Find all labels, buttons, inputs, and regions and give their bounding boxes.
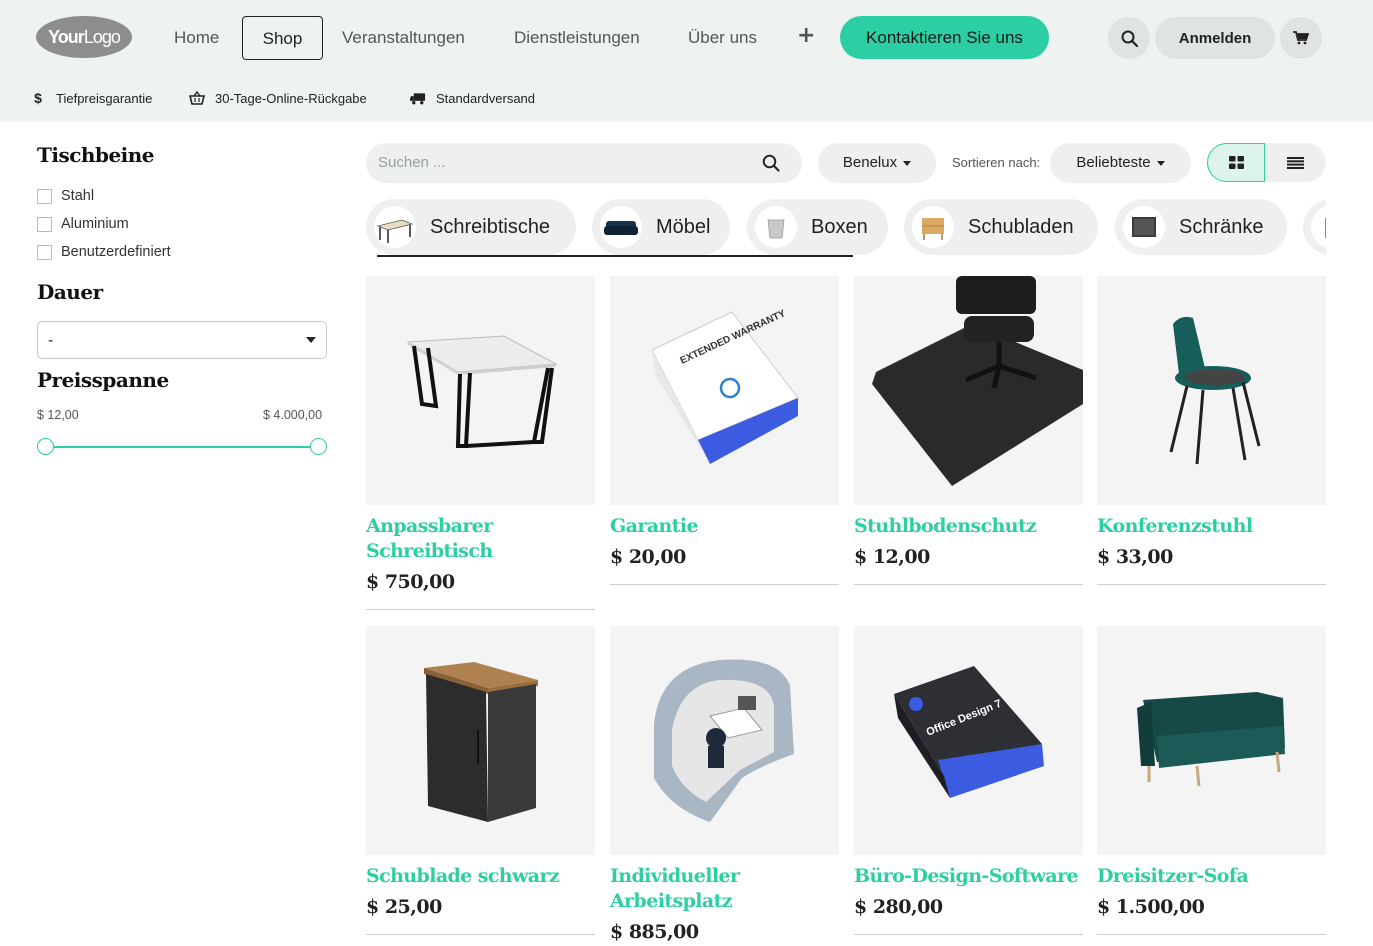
contact-button[interactable]: Kontaktieren Sie uns [840,16,1049,59]
category-scroll-indicator [377,255,853,257]
site-header: YourLogo Home Shop Veranstaltungen Diens… [0,0,1373,122]
product-name[interactable]: Stuhlbodenschutz [854,514,1083,539]
cart-icon [1293,31,1309,45]
checkbox[interactable] [37,188,52,204]
category-boxes[interactable]: Boxen [747,199,888,255]
plus-icon[interactable]: + [797,24,815,48]
card-divider [854,934,1083,935]
desk-thumbnail [374,206,416,248]
box-thumbnail [755,206,797,248]
sort-dropdown[interactable]: Beliebteste [1050,143,1191,183]
product-price: $ 20,00 [610,546,686,568]
filter-option-aluminium[interactable]: Aluminium [37,215,129,233]
product-name[interactable]: Garantie [610,514,839,539]
search-icon [1121,30,1138,47]
product-name[interactable]: Individueller Arbeitsplatz [610,864,839,914]
product-image-black-drawer[interactable] [366,626,595,855]
card-divider [1097,934,1326,935]
card-divider [1097,584,1326,585]
product-name[interactable]: Schublade schwarz [366,864,595,889]
nav-services[interactable]: Dienstleistungen [514,16,640,60]
category-desks[interactable]: Schreibtische [366,199,576,255]
category-more[interactable] [1303,199,1326,255]
product-image-adjustable-desk[interactable] [366,276,595,505]
basket-icon [189,91,205,105]
category-carousel: Schreibtische Möbel Boxen Schubladen Sch… [366,199,1326,257]
product-price: $ 885,00 [610,921,699,943]
filter-title-table-legs: Tischbeine [37,143,155,167]
product-price: $ 280,00 [854,896,943,918]
product-price: $ 25,00 [366,896,442,918]
dollar-icon: $ [34,90,42,106]
price-slider-track[interactable] [46,446,318,448]
login-button[interactable]: Anmelden [1155,17,1275,59]
product-name[interactable]: Konferenzstuhl [1097,514,1326,539]
drawer-thumbnail [912,206,954,248]
product-price: $ 12,00 [854,546,930,568]
product-name[interactable]: Dreisitzer-Sofa [1097,864,1326,889]
nav-events[interactable]: Veranstaltungen [342,16,465,60]
filter-option-steel[interactable]: Stahl [37,187,94,205]
site-logo[interactable]: YourLogo [36,16,132,58]
checkbox[interactable] [37,244,52,260]
price-max-label: $ 4.000,00 [263,408,323,422]
product-image-custom-workstation[interactable] [610,626,839,855]
card-divider [366,609,595,610]
sort-label: Sortieren nach: [952,155,1041,170]
nav-shop[interactable]: Shop [242,16,323,60]
filter-title-price: Preisspanne [37,368,169,392]
price-slider-min-handle[interactable] [37,438,54,455]
product-price: $ 33,00 [1097,546,1173,568]
checkbox[interactable] [37,216,52,232]
caret-down-icon [1156,160,1165,166]
product-image-conference-chair[interactable] [1097,276,1326,505]
card-divider [610,584,839,585]
price-min-label: $ 12,00 [37,408,79,422]
product-image-chair-mat[interactable] [854,276,1083,505]
list-icon [1287,156,1304,169]
card-divider [854,584,1083,585]
duration-select[interactable]: - [37,321,327,359]
nav-home[interactable]: Home [174,16,219,60]
search-icon[interactable] [762,154,780,172]
list-view-toggle[interactable] [1265,143,1326,182]
filter-title-duration: Dauer [37,280,103,304]
filter-option-custom[interactable]: Benutzerdefiniert [37,243,171,261]
more-thumbnail [1311,206,1326,248]
nav-about[interactable]: Über uns [688,16,757,60]
cabinet-thumbnail [1123,206,1165,248]
product-name[interactable]: Anpassbarer Schreibtisch [366,514,595,564]
search-button[interactable] [1108,17,1150,59]
caret-down-icon [306,337,316,343]
perk-returns: 30-Tage-Online-Rückgabe [189,88,367,108]
perk-price-guarantee: $ Tiefpreisgarantie [30,88,152,108]
grid-view-toggle[interactable] [1207,143,1265,182]
pricelist-dropdown[interactable]: Benelux [818,143,936,183]
product-price: $ 750,00 [366,571,455,593]
product-name[interactable]: Büro-Design-Software [854,864,1083,889]
truck-icon [410,92,426,104]
category-cabinets[interactable]: Schränke [1115,199,1287,255]
product-price: $ 1.500,00 [1097,896,1205,918]
perk-shipping: Standardversand [410,88,535,108]
caret-down-icon [903,160,912,166]
product-image-three-seat-sofa[interactable] [1097,626,1326,855]
cart-button[interactable] [1280,17,1322,59]
search-input[interactable]: Suchen ... [366,143,802,183]
category-furniture[interactable]: Möbel [592,199,730,255]
sofa-thumbnail [600,206,642,248]
product-image-warranty[interactable]: EXTENDED WARRANTY [610,276,839,505]
card-divider [366,934,595,935]
grid-icon [1228,156,1244,169]
price-slider-max-handle[interactable] [310,438,327,455]
category-drawers[interactable]: Schubladen [904,199,1098,255]
product-image-office-design-software[interactable]: Office Design 7 [854,626,1083,855]
